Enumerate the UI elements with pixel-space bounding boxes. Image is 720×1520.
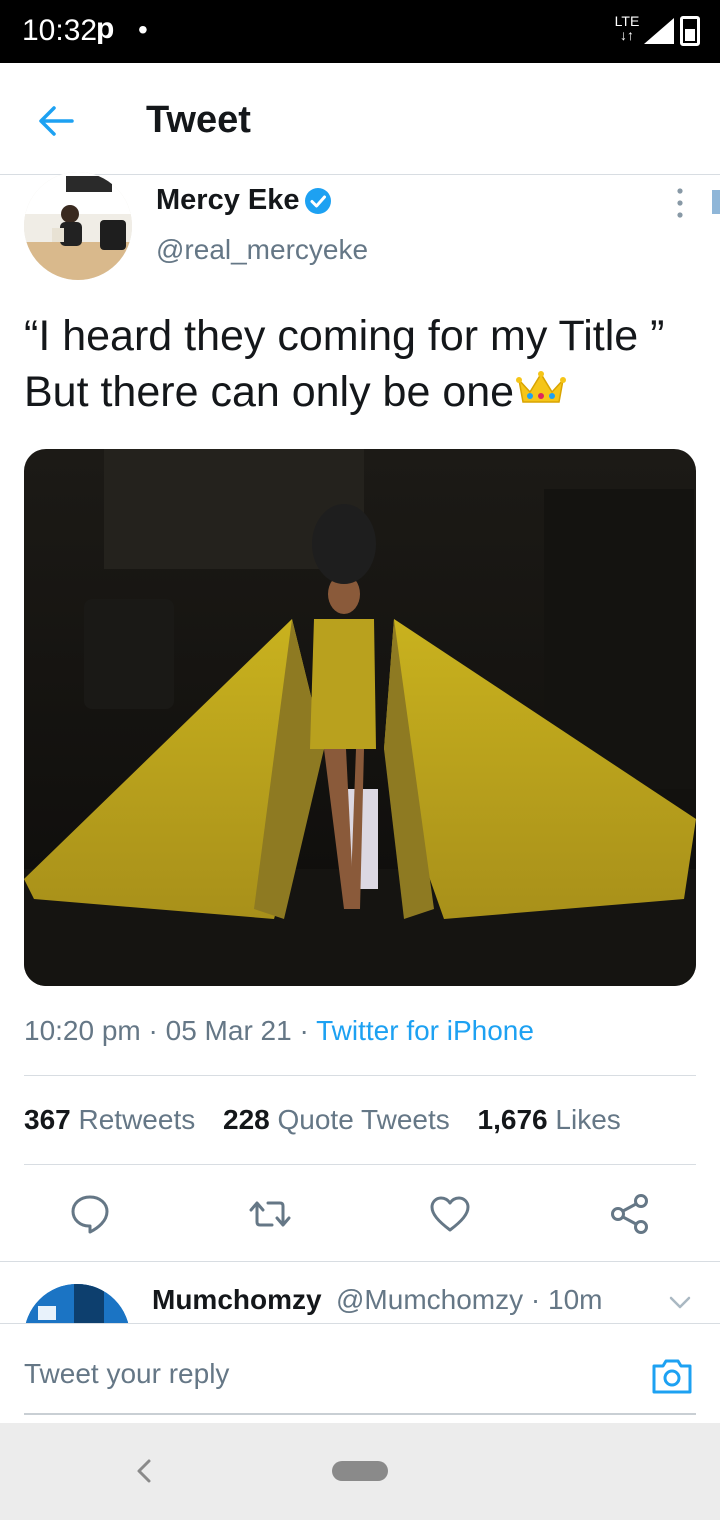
scroll-indicator <box>712 190 720 214</box>
share-icon[interactable] <box>608 1192 652 1236</box>
tweet-source-link[interactable]: Twitter for iPhone <box>316 1015 534 1046</box>
input-underline <box>24 1413 696 1415</box>
more-options-icon[interactable] <box>672 186 688 220</box>
battery-icon <box>680 16 700 46</box>
notification-icon: p <box>96 12 115 45</box>
chevron-down-icon[interactable] <box>668 1290 692 1314</box>
reply-icon[interactable] <box>68 1192 112 1236</box>
reply-composer <box>0 1323 720 1423</box>
retweets-stat[interactable]: 367 Retweets <box>24 1104 195 1135</box>
nav-back-icon[interactable] <box>132 1457 156 1485</box>
avatar[interactable] <box>24 172 132 280</box>
status-bar: 10:32 p • LTE ↓↑ <box>0 0 720 63</box>
camera-icon[interactable] <box>650 1356 694 1396</box>
reply-item[interactable]: Mumchomzy @Mumchomzy · 10m <box>0 1262 720 1324</box>
status-dot: • <box>138 14 148 45</box>
tweet-photo[interactable] <box>24 449 696 986</box>
author-handle[interactable]: @real_mercyeke <box>156 234 368 266</box>
app-header: Tweet <box>0 63 720 175</box>
divider <box>24 1164 696 1165</box>
tweet-stats: 367 Retweets 228 Quote Tweets 1,676 Like… <box>24 1104 641 1136</box>
page-title: Tweet <box>146 99 251 141</box>
network-type: LTE ↓↑ <box>614 13 640 43</box>
signal-icon <box>644 18 674 44</box>
verified-badge-icon <box>305 188 331 214</box>
like-icon[interactable] <box>428 1192 472 1236</box>
system-nav-bar <box>0 1423 720 1520</box>
retweet-icon[interactable] <box>248 1192 292 1236</box>
reply-input[interactable] <box>24 1358 624 1390</box>
status-time: 10:32 <box>22 14 98 47</box>
arrow-left-icon[interactable] <box>34 99 78 143</box>
likes-stat[interactable]: 1,676 Likes <box>478 1104 621 1135</box>
reply-avatar[interactable] <box>24 1284 130 1324</box>
reply-author-name[interactable]: Mumchomzy <box>152 1284 322 1316</box>
divider <box>24 1075 696 1076</box>
crown-icon <box>516 371 567 403</box>
reply-author-meta: @Mumchomzy · 10m <box>336 1284 603 1315</box>
nav-home-pill[interactable] <box>332 1461 388 1481</box>
quote-tweets-stat[interactable]: 228 Quote Tweets <box>223 1104 450 1135</box>
tweet-text: “I heard they coming for my Title ” But … <box>24 312 665 416</box>
author-name[interactable]: Mercy Eke <box>156 184 300 217</box>
tweet-timestamp: 10:20 pm · 05 Mar 21 · Twitter for iPhon… <box>24 1015 534 1046</box>
